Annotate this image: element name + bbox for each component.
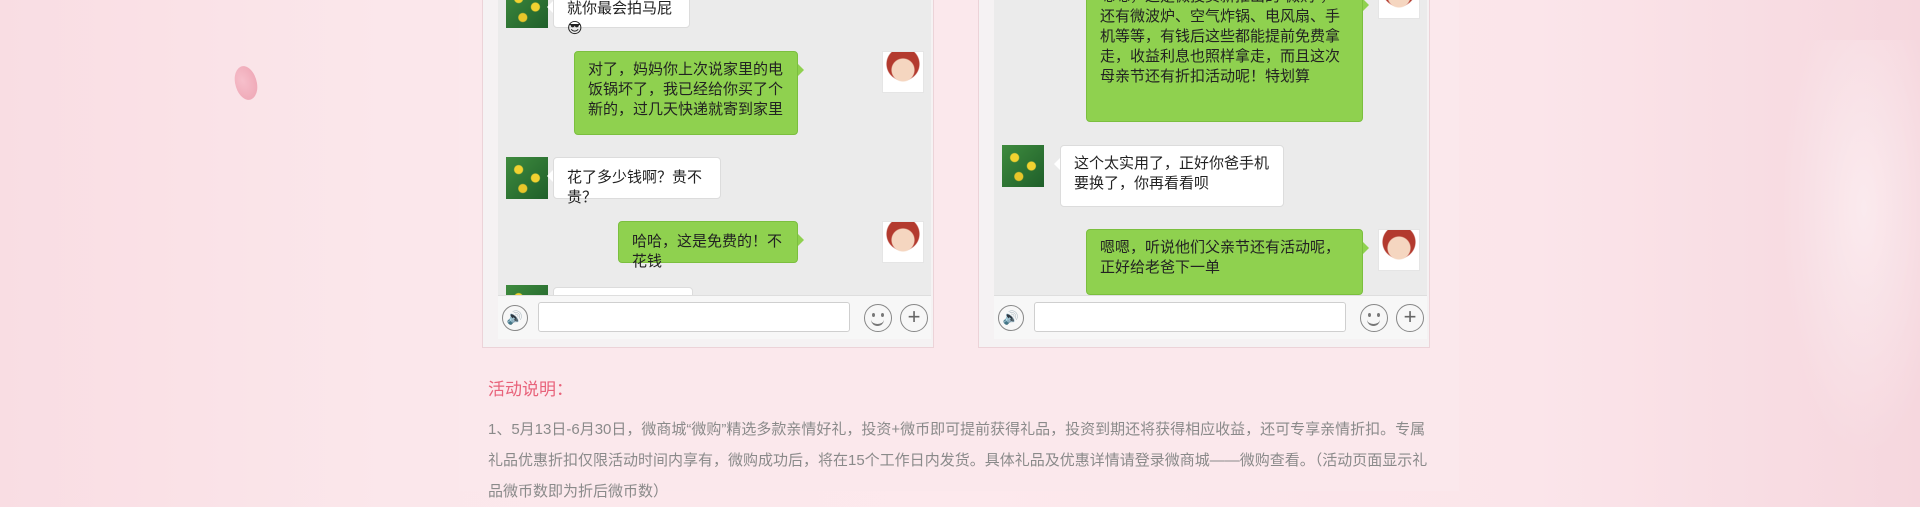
chat-input-bar: 🔊 + [498, 295, 931, 339]
avatar-mom [506, 285, 548, 295]
plus-icon[interactable]: + [900, 304, 928, 332]
chat-area: 就你最会拍马屁😎 对了，妈妈你上次说家里的电饭锅坏了，我已经给你买了个新的，过几… [498, 0, 931, 295]
avatar-me [1378, 0, 1420, 19]
message-bubble: 对了，妈妈你上次说家里的电饭锅坏了，我已经给你买了个新的，过几天快递就寄到家里 [574, 51, 804, 135]
avatar-me [882, 51, 924, 93]
avatar-me [1378, 229, 1420, 271]
message-bubble: 嗯嗯，这是微投资新推出的“微购”，还有微波炉、空气炸锅、电风扇、手机等等，有钱后… [1086, 0, 1369, 122]
message-input[interactable] [538, 302, 850, 332]
activity-description: 1、5月13日-6月30日，微商城“微购”精选多款亲情好礼，投资+微币即可提前获… [488, 421, 1428, 500]
message-bubble: 这个太实用了，正好你爸手机要换了，你再看看呗 [1054, 145, 1284, 207]
avatar-me [882, 221, 924, 263]
voice-icon[interactable]: 🔊 [502, 305, 528, 331]
petal-decoration [228, 62, 264, 104]
message-input[interactable] [1034, 302, 1346, 332]
message-bubble-partial [553, 287, 693, 295]
message-bubble: 哈哈，这是免费的！不花钱 [618, 221, 804, 270]
chat-screenshot-right: 嗯嗯，这是微投资新推出的“微购”，还有微波炉、空气炸锅、电风扇、手机等等，有钱后… [978, 0, 1430, 348]
message-bubble: 花了多少钱啊？贵不贵？ [547, 157, 721, 206]
background-glow [1780, 40, 1920, 460]
voice-icon[interactable]: 🔊 [998, 305, 1024, 331]
avatar-mom [506, 157, 548, 199]
emoji-icon[interactable] [1360, 304, 1388, 332]
chat-area: 嗯嗯，这是微投资新推出的“微购”，还有微波炉、空气炸锅、电风扇、手机等等，有钱后… [994, 0, 1427, 295]
emoji-icon[interactable] [864, 304, 892, 332]
section-title: 活动说明： [488, 380, 573, 399]
message-bubble: 就你最会拍马屁😎 [547, 0, 690, 37]
plus-icon[interactable]: + [1396, 304, 1424, 332]
message-bubble: 嗯嗯，听说他们父亲节还有活动呢，正好给老爸下一单 [1086, 229, 1369, 295]
avatar-mom [506, 0, 548, 28]
chat-screenshot-left: 就你最会拍马屁😎 对了，妈妈你上次说家里的电饭锅坏了，我已经给你买了个新的，过几… [482, 0, 934, 348]
avatar-dad [1002, 145, 1044, 187]
chat-input-bar: 🔊 + [994, 295, 1427, 339]
